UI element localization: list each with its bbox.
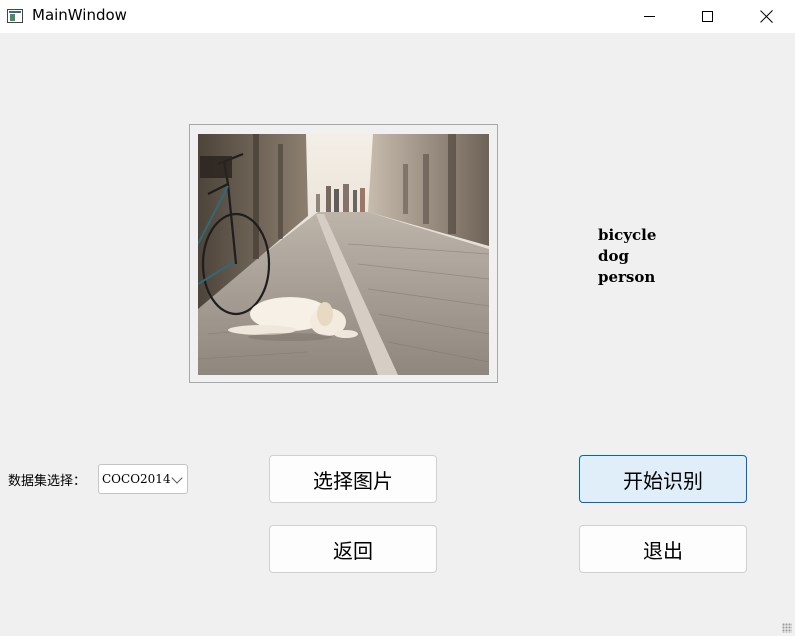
title-bar[interactable]: MainWindow [0, 0, 795, 33]
resize-grip-icon[interactable] [782, 623, 792, 633]
maximize-icon [701, 11, 713, 22]
main-window: MainWindow bicycle dog person 数据集选择： COC… [0, 0, 795, 636]
exit-button[interactable]: 退出 [579, 525, 747, 573]
dataset-label: 数据集选择： [8, 474, 87, 489]
close-icon [760, 10, 773, 23]
close-button[interactable] [737, 0, 795, 33]
dataset-select[interactable]: COCO2014 [98, 464, 188, 494]
chevron-down-icon [171, 472, 183, 484]
detection-results: bicycle dog person [598, 225, 656, 288]
window-title: MainWindow [32, 6, 127, 24]
minimize-button[interactable] [620, 0, 678, 33]
result-label: dog [598, 247, 629, 265]
select-image-button[interactable]: 选择图片 [269, 455, 437, 503]
app-window-icon [7, 9, 23, 23]
result-label: person [598, 268, 656, 286]
result-label: bicycle [598, 226, 657, 244]
dataset-selected-value: COCO2014 [102, 472, 171, 486]
back-button[interactable]: 返回 [269, 525, 437, 573]
maximize-button[interactable] [678, 0, 736, 33]
image-display-frame [189, 124, 498, 383]
start-recognition-button[interactable]: 开始识别 [579, 455, 747, 503]
photo-street-dog-bicycle [198, 134, 489, 375]
minimize-icon [643, 16, 655, 17]
